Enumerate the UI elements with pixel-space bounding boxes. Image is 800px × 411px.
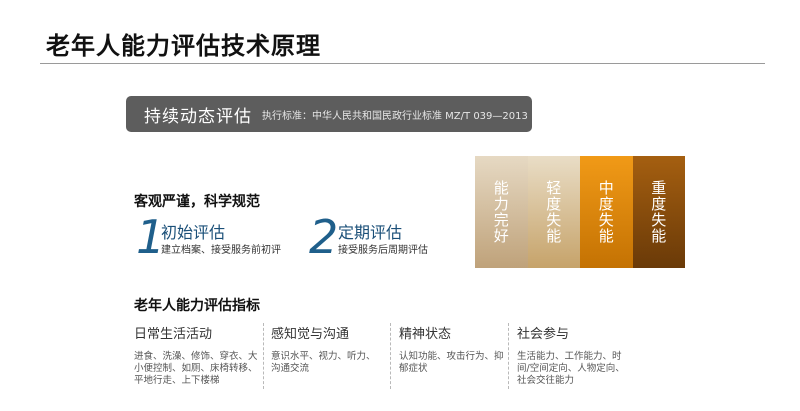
- banner-title: 持续动态评估: [144, 106, 252, 127]
- step-title: 定期评估: [338, 223, 403, 242]
- ability-levels: 能力完好 轻度失能 中度失能 重度失能: [475, 156, 685, 268]
- indicator-divider: [263, 323, 264, 389]
- indicator-mental: 精神状态 认知功能、攻击行为、抑郁症状: [399, 323, 504, 375]
- indicator-divider: [390, 323, 391, 389]
- step-subtitle: 建立档案、接受服务前初评: [161, 245, 281, 256]
- principle-heading: 客观严谨，科学规范: [134, 194, 260, 210]
- title-divider: [40, 63, 765, 64]
- indicator-divider: [508, 323, 509, 389]
- indicator-desc: 生活能力、工作能力、时间/空间定向、人物定向、社会交往能力: [517, 351, 625, 386]
- indicator-title: 感知觉与沟通: [271, 327, 350, 342]
- step-title: 初始评估: [161, 223, 226, 242]
- level-intact: 能力完好: [475, 156, 528, 268]
- indicator-title: 日常生活活动: [134, 327, 213, 342]
- level-severe: 重度失能: [632, 156, 685, 268]
- indicator-daily-living: 日常生活活动 进食、洗澡、修饰、穿衣、大小便控制、如厕、床椅转移、平地行走、上下…: [134, 323, 259, 387]
- level-moderate: 中度失能: [580, 156, 633, 268]
- indicator-title: 社会参与: [517, 327, 570, 342]
- page-title: 老年人能力评估技术原理: [46, 32, 321, 60]
- indicator-desc: 意识水平、视力、听力、沟通交流: [271, 351, 376, 374]
- indicator-social: 社会参与 生活能力、工作能力、时间/空间定向、人物定向、社会交往能力: [517, 323, 625, 387]
- step-number: 2: [309, 210, 339, 264]
- indicator-title: 精神状态: [399, 327, 452, 342]
- indicator-desc: 进食、洗澡、修饰、穿衣、大小便控制、如厕、床椅转移、平地行走、上下楼梯: [134, 351, 258, 386]
- banner-standard: 执行标准：中华人民共和国民政行业标准 MZ/T 039—2013: [262, 110, 528, 122]
- indicators-heading: 老年人能力评估指标: [134, 298, 260, 314]
- step-subtitle: 接受服务后周期评估: [338, 245, 428, 256]
- indicator-perception: 感知觉与沟通 意识水平、视力、听力、沟通交流: [271, 323, 381, 375]
- level-mild: 轻度失能: [527, 156, 580, 268]
- indicator-desc: 认知功能、攻击行为、抑郁症状: [399, 351, 504, 374]
- assessment-banner: 持续动态评估 执行标准：中华人民共和国民政行业标准 MZ/T 039—2013: [126, 96, 532, 132]
